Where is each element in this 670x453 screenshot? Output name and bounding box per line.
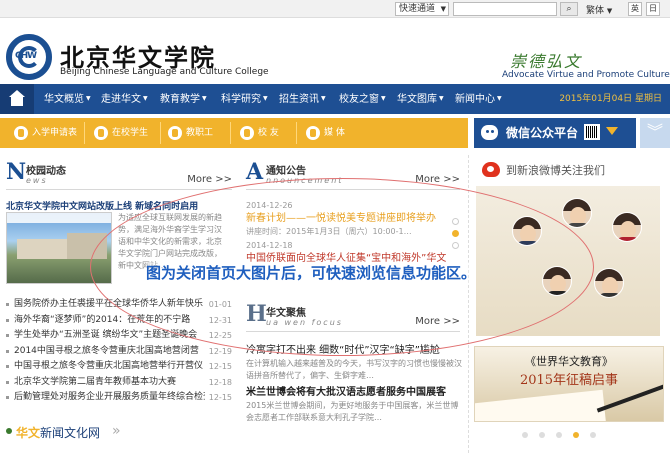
list-item[interactable]: 中国寻根之旅冬令营重庆北国高地营举行开营仪 12-15 bbox=[6, 359, 232, 375]
list-item[interactable]: 2014-12-26 新春计划——一悦读悦美专题讲座即将举办 讲座时间：2015… bbox=[246, 200, 460, 236]
search-button[interactable]: ⌕ bbox=[560, 2, 578, 16]
avatar bbox=[594, 268, 624, 298]
search-input[interactable] bbox=[453, 2, 557, 16]
pager-dot[interactable] bbox=[522, 432, 528, 438]
avatar bbox=[562, 198, 592, 228]
double-chevron-down-icon: ︾ bbox=[646, 122, 663, 141]
pager-dot[interactable] bbox=[452, 218, 459, 225]
document-icon bbox=[14, 125, 28, 140]
pager-dot[interactable] bbox=[590, 432, 596, 438]
nav-item-about[interactable]: 走进华文 ▼ bbox=[101, 84, 148, 114]
feature-news-title[interactable]: 北京华文学院中文网站改版上线 新域名同时启用 bbox=[6, 199, 198, 212]
search-icon: ⌕ bbox=[566, 4, 572, 14]
chevron-down-icon: ▼ bbox=[381, 95, 386, 102]
more-link[interactable]: More >> bbox=[415, 174, 460, 185]
section-title: 通知公告 bbox=[266, 166, 306, 177]
list-item[interactable]: 海外华裔“逐梦师”的2014：在荒年的不宁路 12-31 bbox=[6, 312, 232, 328]
list-item[interactable]: 后勤管理处对服务企业开展服务质量年终综合检查 12-15 bbox=[6, 390, 232, 406]
chevron-down-icon: ▼ bbox=[86, 95, 91, 102]
list-item[interactable]: 国务院侨办主任裘援平在全球华侨华人新年快乐 01-01 bbox=[6, 297, 232, 313]
chevron-down-icon: ▼ bbox=[439, 95, 444, 102]
annotation-caption: 图为关闭首页大图片后，可快速浏览信息功能区。 bbox=[146, 262, 477, 283]
more-link[interactable]: More >> bbox=[415, 316, 460, 327]
focus-item-title[interactable]: 冷寓字打不出来 细数“时代”汉字“缺字”尴尬 bbox=[246, 344, 462, 358]
wechat-platform[interactable]: 微信公众平台 bbox=[474, 118, 636, 148]
pager-dot[interactable] bbox=[452, 242, 459, 249]
nav-item-news[interactable]: 新闻中心 ▼ bbox=[455, 84, 502, 114]
quicklink-alumni[interactable]: 校 友 bbox=[240, 118, 279, 148]
journal-banner[interactable]: 《世界华文教育》 2015年征稿启事 bbox=[474, 346, 664, 422]
nav-item-research[interactable]: 科学研究 ▼ bbox=[221, 84, 268, 114]
chevron-down-icon: ▼ bbox=[143, 95, 148, 102]
campus-news-header: N 校园动态 ews More >> bbox=[6, 160, 232, 190]
alumni-icon bbox=[240, 125, 254, 140]
notice-pager bbox=[452, 218, 459, 254]
section-title: 华文聚焦 bbox=[266, 308, 306, 319]
home-icon[interactable] bbox=[0, 84, 34, 114]
focus-item-title[interactable]: 米兰世博会将有大批汉语志愿者服务中国展客 bbox=[246, 386, 462, 400]
pager-dot[interactable] bbox=[539, 432, 545, 438]
avatar bbox=[512, 216, 542, 246]
focus-header: H 华文聚焦 ua wen focus More >> bbox=[246, 302, 460, 332]
chevron-down-icon: ▼ bbox=[263, 95, 268, 102]
motto-en: Advocate Virtue and Promote Culture bbox=[502, 70, 670, 80]
students-icon bbox=[94, 125, 108, 140]
chevron-down-icon: ▼ bbox=[440, 5, 446, 13]
nav-item-gallery[interactable]: 华文图库 ▼ bbox=[397, 84, 444, 114]
quick-access-select[interactable]: 快速通道 ▼ bbox=[395, 2, 449, 16]
logo-text: CHW bbox=[15, 51, 37, 61]
qr-code-icon bbox=[584, 124, 600, 140]
banner-pager bbox=[522, 430, 607, 441]
collapse-toggle[interactable]: ︾ bbox=[640, 118, 670, 148]
main-nav: 华文概览 ▼ 走进华文 ▼ 教育教学 ▼ 科学研究 ▼ 招生资讯 ▼ 校友之窗 ▼ 华文图库… bbox=[0, 84, 670, 114]
weibo-follow[interactable]: 到新浪微博关注我们 bbox=[478, 162, 668, 182]
nav-item-overview[interactable]: 华文概览 ▼ bbox=[44, 84, 91, 114]
quick-links-bar: 入学申请表 在校学生 教职工 校 友 媒 体 bbox=[0, 118, 468, 148]
chevron-down-icon: ▼ bbox=[606, 7, 613, 15]
bullet-icon bbox=[6, 428, 12, 434]
avatar bbox=[542, 266, 572, 296]
chevron-down-icon: ▼ bbox=[202, 95, 207, 102]
section-title: 校园动态 bbox=[26, 166, 66, 177]
chevron-down-icon[interactable] bbox=[606, 127, 618, 135]
list-item[interactable]: 2014中国寻根之旅冬令营重庆北国高地营闭营 12-19 bbox=[6, 343, 232, 359]
chevron-down-icon: ▼ bbox=[497, 95, 502, 102]
language-button-b[interactable]: 日 bbox=[646, 2, 660, 16]
staff-icon bbox=[168, 125, 182, 140]
notice-list: 2014-12-26 新春计划——一悦读悦美专题讲座即将举办 讲座时间：2015… bbox=[246, 200, 460, 270]
wechat-icon bbox=[481, 125, 498, 140]
quicklink-application[interactable]: 入学申请表 bbox=[14, 118, 77, 148]
media-icon bbox=[306, 125, 320, 140]
pager-dot[interactable] bbox=[573, 432, 579, 438]
nav-item-education[interactable]: 教育教学 ▼ bbox=[160, 84, 207, 114]
version-select[interactable]: 繁体 ▼ bbox=[586, 3, 612, 16]
pager-dot[interactable] bbox=[556, 432, 562, 438]
list-item[interactable]: 学生处举办“五洲圣诞 缤纷华文”主题圣诞晚会 12-25 bbox=[6, 328, 232, 344]
language-button-a[interactable]: 英 bbox=[628, 2, 642, 16]
chevron-down-icon: ▼ bbox=[321, 95, 326, 102]
site-header: CHW 北京华文学院 Beijing Chinese Language and … bbox=[0, 18, 670, 84]
campus-news-list: 国务院侨办主任裘援平在全球华侨华人新年快乐 01-01 海外华裔“逐梦师”的201… bbox=[6, 297, 232, 406]
motto-cn: 崇德弘文 bbox=[510, 52, 583, 71]
nav-item-alumni[interactable]: 校友之窗 ▼ bbox=[339, 84, 386, 114]
current-date: 2015年01月04日 星期日 bbox=[559, 94, 662, 104]
quicklink-media[interactable]: 媒 体 bbox=[306, 118, 345, 148]
college-name-en: Beijing Chinese Language and Culture Col… bbox=[60, 67, 269, 77]
pager-dot[interactable] bbox=[452, 230, 459, 237]
college-logo[interactable]: CHW bbox=[6, 34, 52, 80]
notice-header: A 通知公告 nnouncement More >> bbox=[246, 160, 460, 190]
nav-item-admissions[interactable]: 招生资讯 ▼ bbox=[279, 84, 326, 114]
people-photo-collage[interactable] bbox=[476, 186, 660, 336]
weibo-icon bbox=[482, 162, 500, 177]
focus-list: 冷寓字打不出来 细数“时代”汉字“缺字”尴尬 在计算机输入越来越普及的今天，书写… bbox=[246, 344, 462, 422]
double-chevron-right-icon: » bbox=[112, 423, 121, 439]
list-item[interactable]: 北京华文学院第二届青年教师基本功大赛 12-18 bbox=[6, 374, 232, 390]
feature-news-image[interactable] bbox=[6, 212, 112, 284]
quicklink-staff[interactable]: 教职工 bbox=[168, 118, 213, 148]
avatar bbox=[612, 212, 642, 242]
quicklink-students[interactable]: 在校学生 bbox=[94, 118, 148, 148]
more-link[interactable]: More >> bbox=[187, 174, 232, 185]
top-utility-bar: 快速通道 ▼ ⌕ 繁体 ▼ 英 日 bbox=[0, 0, 670, 18]
